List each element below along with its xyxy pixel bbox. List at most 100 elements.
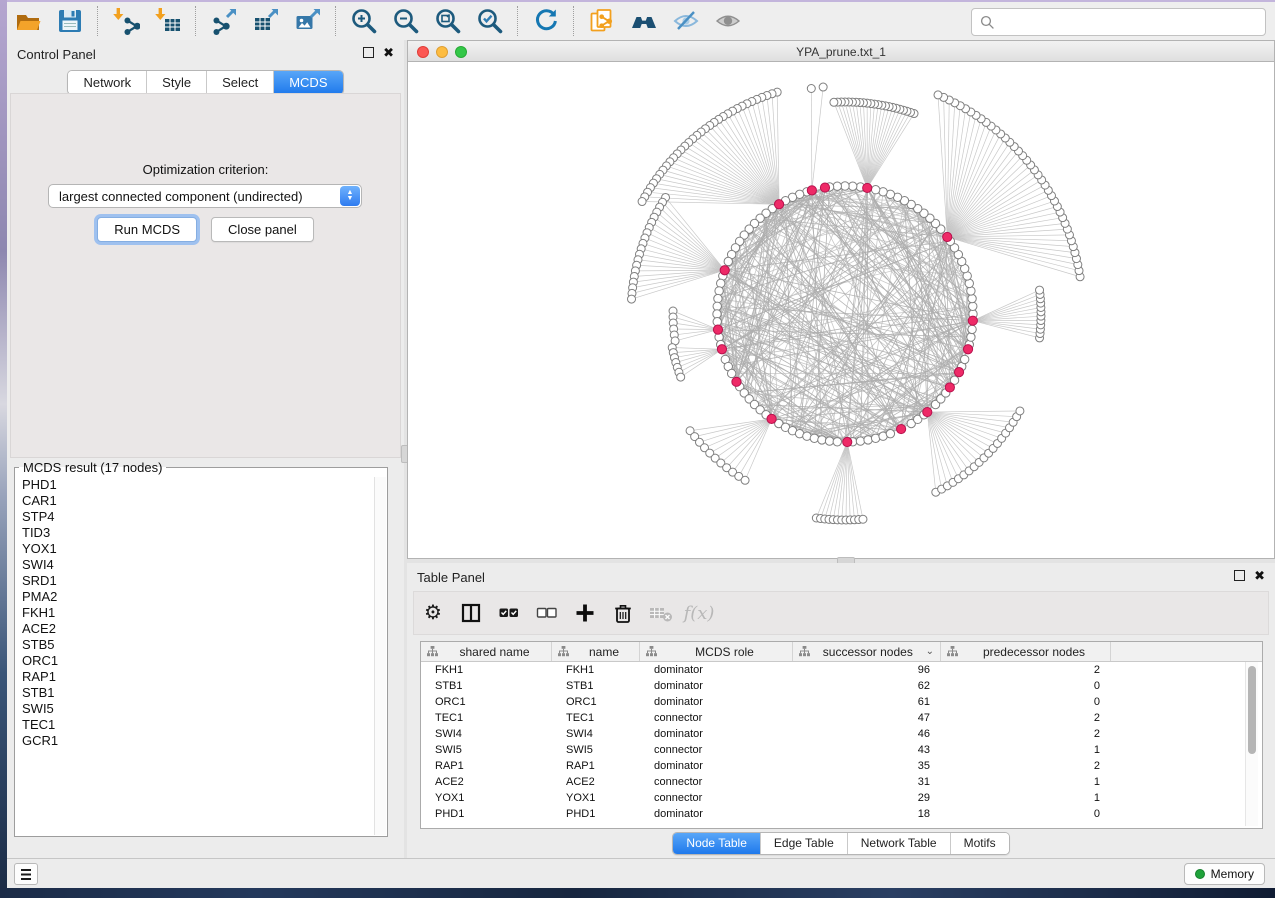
show-columns-icon bbox=[460, 602, 482, 624]
export-network-button[interactable] bbox=[204, 4, 244, 38]
mcds-tab-content: Optimization criterion: largest connecte… bbox=[10, 93, 401, 458]
hide-selected-eye-button[interactable] bbox=[666, 4, 706, 38]
import-table-button[interactable] bbox=[148, 4, 188, 38]
mcds-result-item[interactable]: CAR1 bbox=[16, 493, 375, 509]
export-network-icon bbox=[210, 7, 238, 35]
mcds-result-item[interactable]: RAP1 bbox=[16, 669, 375, 685]
table-row[interactable]: ORC1ORC1dominator610 bbox=[421, 694, 1262, 710]
table-row[interactable]: STB1STB1dominator620 bbox=[421, 678, 1262, 694]
zoom-fit-button[interactable] bbox=[428, 4, 468, 38]
memory-button[interactable]: Memory bbox=[1184, 863, 1265, 885]
cell-name: YOX1 bbox=[552, 792, 640, 804]
table-row[interactable]: SWI5SWI5connector431 bbox=[421, 742, 1262, 758]
close-panel-icon[interactable]: ✖ bbox=[1254, 571, 1265, 580]
mcds-result-item[interactable]: GCR1 bbox=[16, 733, 375, 749]
table-row[interactable]: YOX1YOX1connector291 bbox=[421, 790, 1262, 806]
column-header-shared-name[interactable]: shared name bbox=[421, 642, 552, 661]
mcds-result-item[interactable]: PHD1 bbox=[16, 477, 375, 493]
save-button[interactable] bbox=[50, 4, 90, 38]
mcds-result-item[interactable]: STB5 bbox=[16, 637, 375, 653]
open-folder-button[interactable] bbox=[8, 4, 48, 38]
cell-name: TEC1 bbox=[552, 712, 640, 724]
mcds-list-scrollbar[interactable] bbox=[374, 477, 386, 835]
run-mcds-button[interactable]: Run MCDS bbox=[97, 217, 197, 242]
table-row[interactable]: PHD1PHD1dominator180 bbox=[421, 806, 1262, 822]
show-columns-button[interactable] bbox=[454, 595, 488, 631]
table-scrollbar-thumb[interactable] bbox=[1248, 666, 1256, 754]
select-all-button[interactable] bbox=[492, 595, 526, 631]
delete-table-icon bbox=[649, 602, 673, 624]
criterion-dropdown[interactable]: largest connected component (undirected)… bbox=[48, 184, 362, 208]
column-header-predecessor-nodes[interactable]: predecessor nodes bbox=[941, 642, 1111, 661]
mcds-result-item[interactable]: SRD1 bbox=[16, 573, 375, 589]
mcds-result-item[interactable]: TEC1 bbox=[16, 717, 375, 733]
mcds-result-item[interactable]: SWI4 bbox=[16, 557, 375, 573]
mcds-result-item[interactable]: STP4 bbox=[16, 509, 375, 525]
tab-mcds[interactable]: MCDS bbox=[273, 71, 342, 94]
panel-selector-button[interactable] bbox=[14, 863, 38, 885]
hide-selected-eye-icon bbox=[672, 7, 700, 35]
zoom-in-button[interactable] bbox=[344, 4, 384, 38]
search-box bbox=[971, 8, 1266, 36]
zoom-selected-button[interactable] bbox=[470, 4, 510, 38]
mcds-result-item[interactable]: PMA2 bbox=[16, 589, 375, 605]
cell-shared-name: PHD1 bbox=[421, 808, 552, 820]
deselect-all-button[interactable] bbox=[530, 595, 564, 631]
column-header-successor-nodes[interactable]: successor nodes⌄ bbox=[793, 642, 941, 661]
tab-select[interactable]: Select bbox=[206, 71, 273, 94]
tab-node-table[interactable]: Node Table bbox=[673, 833, 760, 854]
network-canvas[interactable] bbox=[407, 62, 1275, 559]
table-row[interactable]: SWI4SWI4dominator462 bbox=[421, 726, 1262, 742]
first-neighbors-binoculars-button[interactable] bbox=[624, 4, 664, 38]
show-all-eye-button[interactable] bbox=[708, 4, 748, 38]
search-input[interactable] bbox=[999, 11, 1265, 33]
mcds-result-item[interactable]: YOX1 bbox=[16, 541, 375, 557]
table-row[interactable]: TEC1TEC1connector472 bbox=[421, 710, 1262, 726]
delete-row-button[interactable] bbox=[606, 595, 640, 631]
zoom-out-button[interactable] bbox=[386, 4, 426, 38]
network-window-title: YPA_prune.txt_1 bbox=[408, 45, 1274, 59]
tab-motifs[interactable]: Motifs bbox=[950, 833, 1009, 854]
export-image-button[interactable] bbox=[288, 4, 328, 38]
mcds-result-item[interactable]: ORC1 bbox=[16, 653, 375, 669]
network-window-titlebar[interactable]: YPA_prune.txt_1 bbox=[407, 40, 1275, 62]
close-panel-icon[interactable]: ✖ bbox=[383, 48, 394, 57]
cell-successor-nodes: 47 bbox=[793, 712, 941, 724]
mcds-result-item[interactable]: STB1 bbox=[16, 685, 375, 701]
cell-MCDS-role: dominator bbox=[640, 696, 793, 708]
settings-gear-button[interactable]: ⚙ bbox=[416, 595, 450, 631]
float-panel-icon[interactable] bbox=[1234, 570, 1245, 581]
export-table-button[interactable] bbox=[246, 4, 286, 38]
dropdown-stepper-icon: ▲▼ bbox=[340, 186, 360, 206]
column-header-name[interactable]: name bbox=[552, 642, 640, 661]
table-scrollbar[interactable] bbox=[1245, 662, 1258, 826]
float-panel-icon[interactable] bbox=[363, 47, 374, 58]
column-header-MCDS-role[interactable]: MCDS role bbox=[640, 642, 793, 661]
cell-shared-name: RAP1 bbox=[421, 760, 552, 772]
toolbar-separator bbox=[195, 6, 197, 36]
copy-network-share-button[interactable] bbox=[582, 4, 622, 38]
tab-network-table[interactable]: Network Table bbox=[847, 833, 950, 854]
cell-predecessor-nodes: 2 bbox=[941, 664, 1111, 676]
mcds-result-list[interactable]: PHD1CAR1STP4TID3YOX1SWI4SRD1PMA2FKH1ACE2… bbox=[16, 477, 375, 835]
cell-name: STB1 bbox=[552, 680, 640, 692]
close-panel-button[interactable]: Close panel bbox=[211, 217, 314, 242]
open-folder-icon bbox=[14, 7, 42, 35]
cell-MCDS-role: dominator bbox=[640, 760, 793, 772]
mcds-result-item[interactable]: ACE2 bbox=[16, 621, 375, 637]
cell-successor-nodes: 46 bbox=[793, 728, 941, 740]
import-network-button[interactable] bbox=[106, 4, 146, 38]
refresh-button[interactable] bbox=[526, 4, 566, 38]
mcds-result-item[interactable]: TID3 bbox=[16, 525, 375, 541]
list-icon bbox=[21, 869, 31, 880]
tab-edge-table[interactable]: Edge Table bbox=[760, 833, 847, 854]
mcds-result-item[interactable]: SWI5 bbox=[16, 701, 375, 717]
table-row[interactable]: RAP1RAP1dominator352 bbox=[421, 758, 1262, 774]
delete-row-icon bbox=[612, 602, 634, 624]
tab-style[interactable]: Style bbox=[146, 71, 206, 94]
add-row-button[interactable] bbox=[568, 595, 602, 631]
table-row[interactable]: FKH1FKH1dominator962 bbox=[421, 662, 1262, 678]
tab-network[interactable]: Network bbox=[68, 71, 146, 94]
mcds-result-item[interactable]: FKH1 bbox=[16, 605, 375, 621]
table-row[interactable]: ACE2ACE2connector311 bbox=[421, 774, 1262, 790]
